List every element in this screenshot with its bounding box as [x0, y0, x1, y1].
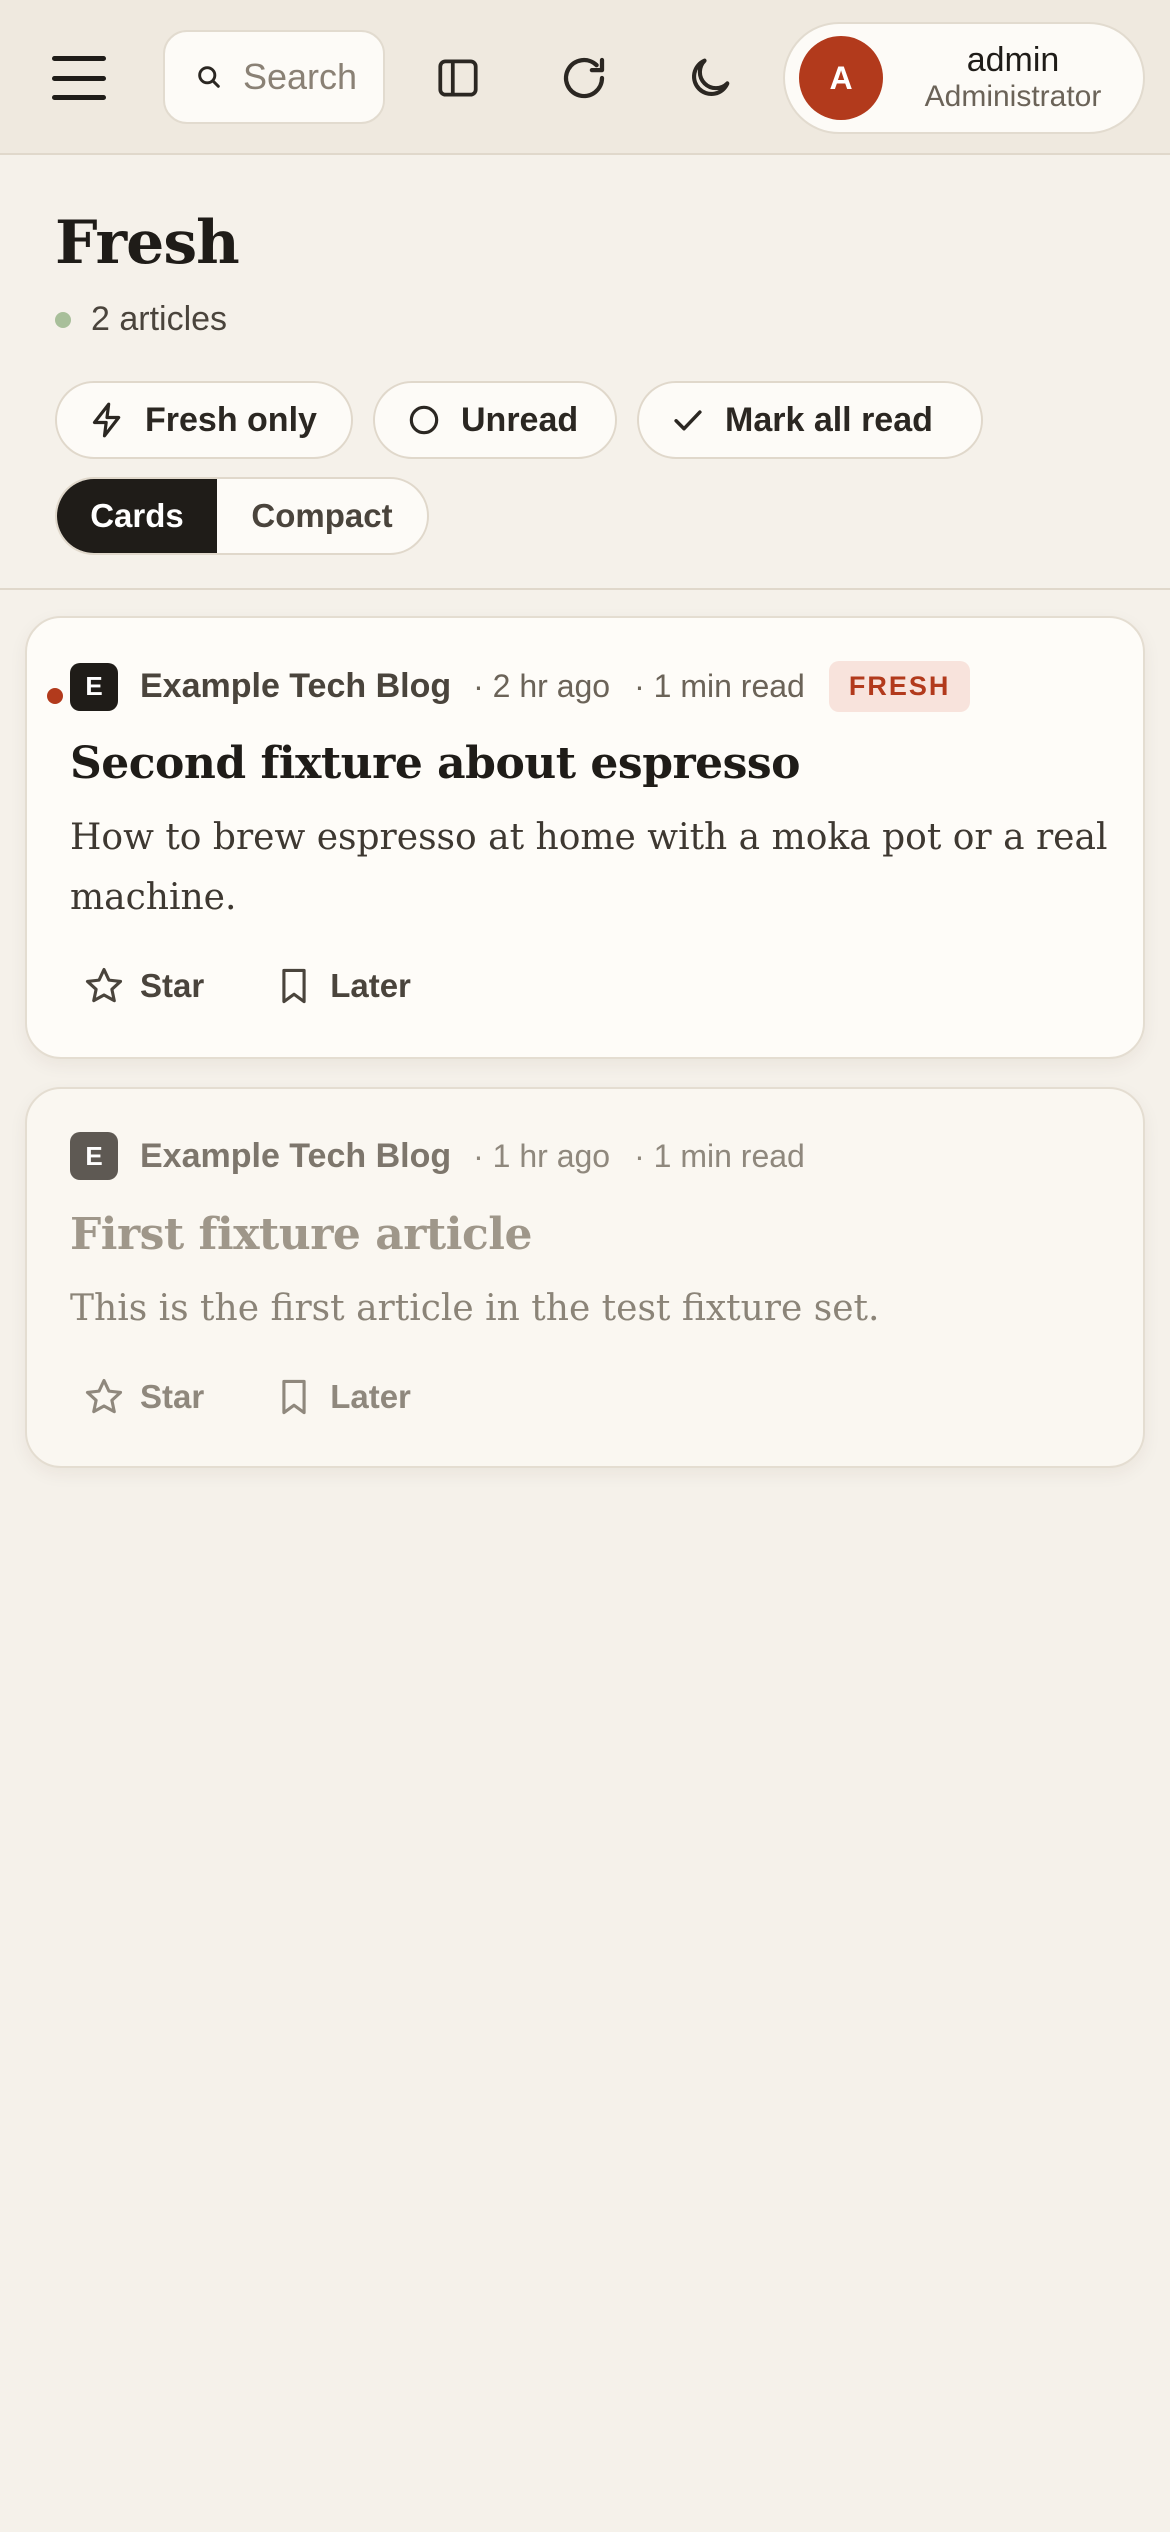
star-label: Star — [140, 1378, 205, 1415]
article-count-label: 2 articles — [91, 300, 228, 338]
article-summary: How to brew espresso at home with a moka… — [70, 817, 1108, 918]
sidebar-toggle-button[interactable] — [428, 48, 488, 108]
fresh-only-label: Fresh only — [145, 400, 317, 439]
view-toggle: Cards Compact — [55, 477, 429, 555]
theme-toggle-button[interactable] — [680, 48, 740, 108]
status-dot — [55, 311, 71, 328]
article-title[interactable]: Second fixture about espresso — [70, 738, 801, 789]
menu-icon[interactable] — [52, 56, 106, 100]
article-summary: This is the first article in the test fi… — [70, 1288, 880, 1329]
compact-view-button[interactable]: Compact — [217, 479, 427, 553]
lightning-icon — [92, 402, 121, 438]
mark-all-read-button[interactable]: Mark all read — [637, 381, 983, 459]
read-time: · 1 min read — [634, 1137, 805, 1174]
article-title[interactable]: First fixture article — [70, 1209, 532, 1260]
bookmark-icon — [282, 968, 306, 1004]
page-title: Fresh — [55, 208, 240, 278]
read-time: · 1 min read — [634, 668, 805, 704]
later-button[interactable]: Later — [272, 1375, 411, 1419]
star-icon — [85, 967, 123, 1003]
later-label: Later — [330, 1378, 411, 1415]
bookmark-icon — [282, 1379, 306, 1415]
feed-name[interactable]: Example Tech Blog — [140, 1137, 451, 1176]
article-actions: Star Later — [82, 1375, 479, 1419]
check-icon — [674, 410, 702, 431]
unread-filter[interactable]: Unread — [373, 381, 617, 459]
user-info: admin Administrator — [883, 43, 1143, 112]
user-role: Administrator — [924, 80, 1102, 114]
moon-icon — [692, 58, 730, 96]
search-input[interactable] — [243, 56, 383, 98]
search-box[interactable] — [163, 30, 385, 124]
cards-view-button[interactable]: Cards — [57, 479, 217, 553]
article-actions: Star Later — [82, 964, 479, 1008]
unread-indicator — [47, 688, 63, 704]
user-menu[interactable]: A admin Administrator — [783, 22, 1145, 134]
refresh-icon — [563, 57, 605, 99]
fresh-only-filter[interactable]: Fresh only — [55, 381, 353, 459]
search-icon — [198, 66, 220, 88]
later-label: Later — [330, 967, 411, 1004]
article-card[interactable]: E Example Tech Blog · 2 hr ago · 1 min r… — [25, 616, 1145, 1059]
user-name: admin — [966, 41, 1060, 80]
article-age: · 1 hr ago — [473, 1137, 611, 1174]
sidebar-icon — [438, 59, 478, 97]
star-button[interactable]: Star — [82, 964, 204, 1008]
article-meta: E Example Tech Blog · 2 hr ago · 1 min r… — [70, 661, 971, 712]
unread-label: Unread — [461, 400, 579, 439]
article-meta: E Example Tech Blog · 1 hr ago · 1 min r… — [70, 1132, 829, 1180]
refresh-button[interactable] — [554, 48, 614, 108]
star-label: Star — [140, 967, 205, 1004]
feed-name[interactable]: Example Tech Blog — [140, 667, 451, 706]
top-bar: A admin Administrator — [0, 0, 1170, 155]
article-count: 2 articles — [55, 300, 227, 339]
article-age: · 2 hr ago — [473, 668, 611, 704]
avatar: A — [799, 36, 883, 120]
later-button[interactable]: Later — [272, 964, 411, 1008]
circle-icon — [409, 405, 439, 435]
feed-icon: E — [70, 1132, 118, 1180]
mark-all-read-label: Mark all read — [725, 400, 933, 439]
article-card[interactable]: E Example Tech Blog · 1 hr ago · 1 min r… — [25, 1087, 1145, 1468]
feed-icon: E — [70, 662, 118, 711]
star-button[interactable]: Star — [82, 1375, 204, 1419]
fresh-badge: FRESH — [828, 661, 971, 712]
divider — [0, 588, 1170, 590]
star-icon — [85, 1378, 123, 1414]
